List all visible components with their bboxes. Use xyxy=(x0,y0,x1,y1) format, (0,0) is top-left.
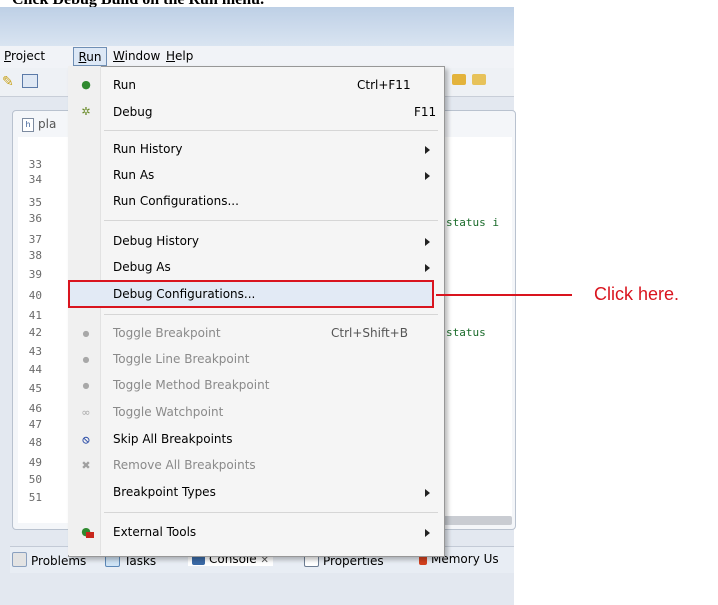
menu-item-debug-configurations[interactable]: Debug Configurations... xyxy=(113,287,255,301)
shortcut-toggle-breakpoint: Ctrl+Shift+B xyxy=(331,326,408,340)
submenu-arrow-icon xyxy=(425,238,430,246)
menu-item-run[interactable]: Run xyxy=(113,78,136,92)
code-text: status i xyxy=(446,216,499,229)
menu-item-run-history[interactable]: Run History xyxy=(113,142,183,156)
menu-item-external-tools[interactable]: External Tools xyxy=(113,525,196,539)
line-number: 43 xyxy=(28,345,42,358)
header-file-icon: h xyxy=(22,118,34,132)
callout-line xyxy=(436,294,572,296)
line-number: 39 xyxy=(28,268,42,281)
menu-bar: Project Run Window Help xyxy=(0,46,514,68)
line-number: 44 xyxy=(28,363,42,376)
menu-project-mnemonic: P xyxy=(4,49,12,63)
line-number: 42 xyxy=(28,326,42,339)
menu-item-run-as[interactable]: Run As xyxy=(113,168,154,182)
breakpoint-dot-icon: ● xyxy=(82,329,90,338)
editor-tab[interactable]: h pla xyxy=(14,113,74,135)
watchpoint-icon: ∞ xyxy=(81,406,91,419)
line-number: 46 xyxy=(28,402,42,415)
menu-item-breakpoint-types[interactable]: Breakpoint Types xyxy=(113,485,216,499)
menu-separator xyxy=(104,220,438,221)
submenu-arrow-icon xyxy=(425,529,430,537)
submenu-arrow-icon xyxy=(425,264,430,272)
shortcut-run: Ctrl+F11 xyxy=(357,78,411,92)
callout-text: Click here. xyxy=(594,284,680,304)
folder-icon[interactable] xyxy=(472,74,486,85)
menu-item-debug-as[interactable]: Debug As xyxy=(113,260,171,274)
line-number: 33 xyxy=(28,158,42,171)
toolbox-icon xyxy=(86,532,94,538)
submenu-arrow-icon xyxy=(425,146,430,154)
shortcut-debug: F11 xyxy=(414,105,437,119)
editor-tab-label: pla xyxy=(38,117,57,131)
line-number: 45 xyxy=(28,382,42,395)
line-number: 40 xyxy=(28,289,42,302)
method-breakpoint-icon: ● xyxy=(82,381,90,390)
menu-item-debug-history[interactable]: Debug History xyxy=(113,234,199,248)
menu-window[interactable]: Window xyxy=(113,49,160,63)
menu-help-mnemonic: H xyxy=(166,49,176,63)
submenu-arrow-icon xyxy=(425,489,430,497)
remove-breakpoints-icon: ✖ xyxy=(81,459,91,472)
menu-item-skip-all-breakpoints[interactable]: Skip All Breakpoints xyxy=(113,432,232,446)
line-number: 35 xyxy=(28,196,42,209)
menu-separator xyxy=(104,512,438,513)
run-menu-dropdown xyxy=(68,66,445,557)
line-number: 36 xyxy=(28,212,42,225)
menu-item-debug[interactable]: Debug xyxy=(113,105,152,119)
pencil-icon[interactable]: ✎ xyxy=(2,74,14,90)
menu-window-mnemonic: W xyxy=(113,49,125,63)
menu-project[interactable]: Project xyxy=(4,49,45,63)
line-number: 48 xyxy=(28,436,42,449)
menu-item-toggle-line-breakpoint[interactable]: Toggle Line Breakpoint xyxy=(113,352,249,366)
line-number: 41 xyxy=(28,309,42,322)
run-icon: ● xyxy=(81,78,91,91)
menu-run[interactable]: Run xyxy=(73,47,107,66)
menu-item-toggle-method-breakpoint[interactable]: Toggle Method Breakpoint xyxy=(113,378,269,392)
problems-icon xyxy=(12,552,27,567)
line-number: 34 xyxy=(28,173,42,186)
menu-separator xyxy=(104,130,438,131)
line-number: 47 xyxy=(28,418,42,431)
menu-item-toggle-watchpoint[interactable]: Toggle Watchpoint xyxy=(113,405,223,419)
menu-help[interactable]: Help xyxy=(166,49,193,63)
menu-run-mnemonic: R xyxy=(78,50,87,64)
line-number: 51 xyxy=(28,491,42,504)
menu-item-remove-all-breakpoints[interactable]: Remove All Breakpoints xyxy=(113,458,256,472)
line-number: 49 xyxy=(28,456,42,469)
folder-open-icon[interactable] xyxy=(452,74,466,85)
menu-item-toggle-breakpoint[interactable]: Toggle Breakpoint xyxy=(113,326,221,340)
menu-icon-gutter xyxy=(68,66,101,555)
line-number: 37 xyxy=(28,233,42,246)
submenu-arrow-icon xyxy=(425,172,430,180)
line-number: 50 xyxy=(28,473,42,486)
menu-separator xyxy=(104,314,438,315)
line-number: 38 xyxy=(28,249,42,262)
menu-item-run-configurations[interactable]: Run Configurations... xyxy=(113,194,239,208)
title-bar xyxy=(0,7,514,46)
skip-breakpoints-icon: ⦸ xyxy=(82,433,90,446)
debug-icon: ✲ xyxy=(81,105,91,118)
window-icon[interactable] xyxy=(22,74,38,88)
code-text: status xyxy=(446,326,486,339)
line-breakpoint-icon: ● xyxy=(82,355,90,364)
